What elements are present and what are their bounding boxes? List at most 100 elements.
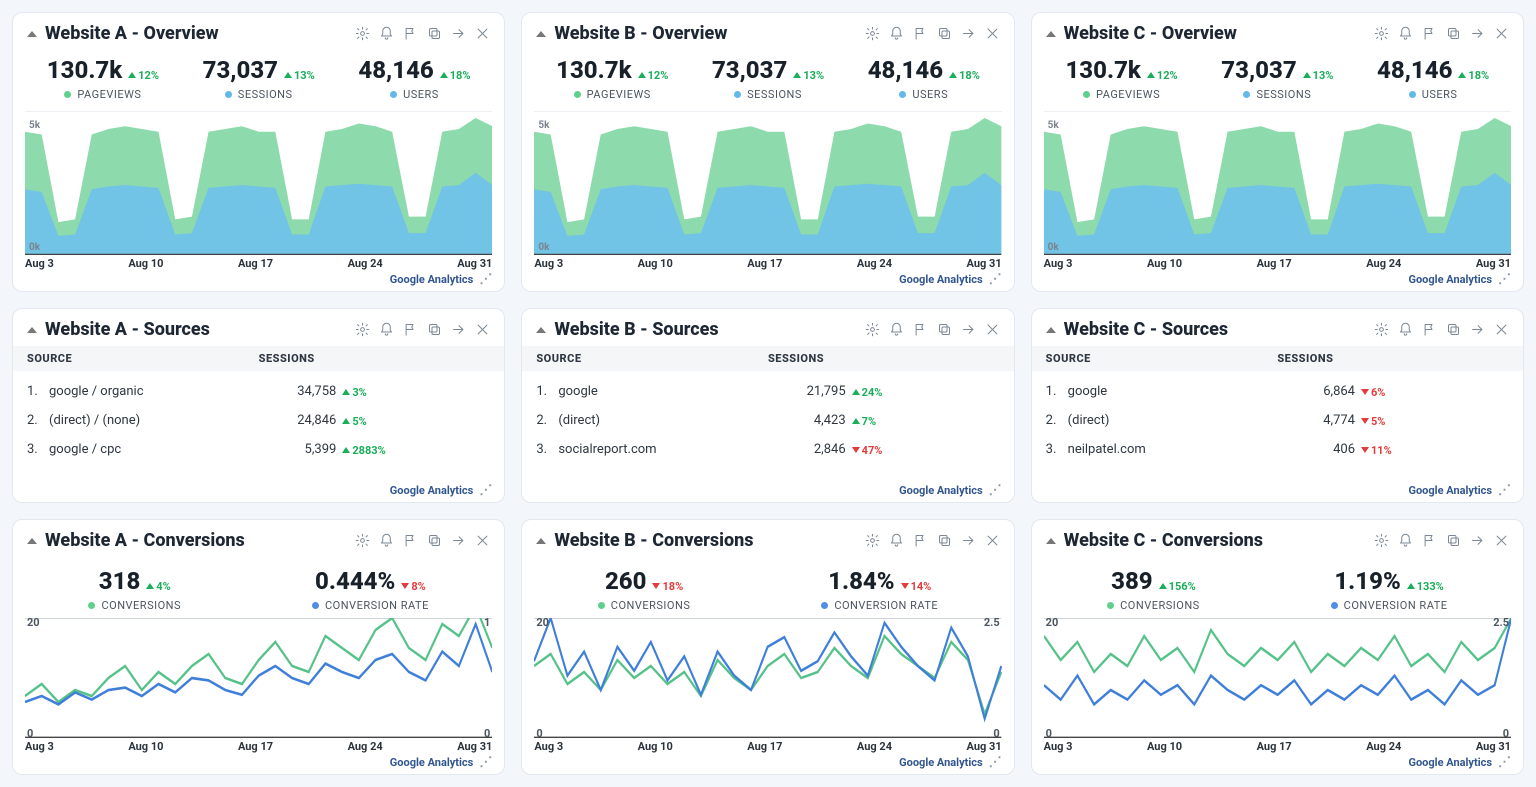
share-arrow-icon[interactable]: [961, 322, 976, 337]
source-label[interactable]: Google Analytics: [1408, 484, 1492, 497]
resize-grip-icon[interactable]: ⋰: [989, 755, 1000, 770]
share-arrow-icon[interactable]: [961, 533, 976, 548]
close-icon[interactable]: [1494, 322, 1509, 337]
flag-icon[interactable]: [913, 322, 928, 337]
resize-grip-icon[interactable]: ⋰: [479, 483, 490, 498]
resize-grip-icon[interactable]: ⋰: [1498, 755, 1509, 770]
legend-dot-icon: [821, 602, 828, 609]
bell-icon[interactable]: [379, 533, 394, 548]
collapse-caret-icon[interactable]: [27, 327, 37, 333]
source-row[interactable]: 1. google 21,795 24%: [536, 377, 999, 406]
close-icon[interactable]: [475, 322, 490, 337]
source-row[interactable]: 1. google / organic 34,758 3%: [27, 377, 490, 406]
flag-icon[interactable]: [1422, 322, 1437, 337]
delta: 47%: [852, 444, 883, 457]
bell-icon[interactable]: [1398, 533, 1413, 548]
flag-icon[interactable]: [913, 26, 928, 41]
flag-icon[interactable]: [403, 533, 418, 548]
source-row[interactable]: 1. google 6,864 6%: [1046, 377, 1509, 406]
collapse-caret-icon[interactable]: [536, 31, 546, 37]
source-label[interactable]: Google Analytics: [899, 756, 983, 769]
legend-dot-icon: [574, 91, 581, 98]
copy-icon[interactable]: [937, 322, 952, 337]
resize-grip-icon[interactable]: ⋰: [1498, 483, 1509, 498]
collapse-caret-icon[interactable]: [1046, 538, 1056, 544]
legend-dot-icon: [1243, 91, 1250, 98]
source-label[interactable]: Google Analytics: [899, 273, 983, 286]
gear-icon[interactable]: [865, 322, 880, 337]
close-icon[interactable]: [1494, 533, 1509, 548]
copy-icon[interactable]: [1446, 533, 1461, 548]
source-label[interactable]: Google Analytics: [1408, 273, 1492, 286]
resize-grip-icon[interactable]: ⋰: [989, 272, 1000, 287]
source-row[interactable]: 3. socialreport.com 2,846 47%: [536, 435, 999, 464]
close-icon[interactable]: [985, 322, 1000, 337]
close-icon[interactable]: [985, 26, 1000, 41]
collapse-caret-icon[interactable]: [27, 31, 37, 37]
flag-icon[interactable]: [1422, 533, 1437, 548]
bell-icon[interactable]: [379, 26, 394, 41]
bell-icon[interactable]: [379, 322, 394, 337]
close-icon[interactable]: [985, 533, 1000, 548]
flag-icon[interactable]: [403, 322, 418, 337]
share-arrow-icon[interactable]: [451, 533, 466, 548]
copy-icon[interactable]: [427, 533, 442, 548]
share-arrow-icon[interactable]: [961, 26, 976, 41]
gear-icon[interactable]: [355, 322, 370, 337]
resize-grip-icon[interactable]: ⋰: [479, 272, 490, 287]
copy-icon[interactable]: [1446, 26, 1461, 41]
source-row[interactable]: 2. (direct) / (none) 24,846 5%: [27, 406, 490, 435]
close-icon[interactable]: [475, 26, 490, 41]
gear-icon[interactable]: [355, 26, 370, 41]
collapse-caret-icon[interactable]: [536, 538, 546, 544]
copy-icon[interactable]: [937, 26, 952, 41]
close-icon[interactable]: [475, 533, 490, 548]
card-footer: Google Analytics ⋰: [522, 270, 1013, 291]
resize-grip-icon[interactable]: ⋰: [989, 483, 1000, 498]
gear-icon[interactable]: [865, 533, 880, 548]
gear-icon[interactable]: [865, 26, 880, 41]
copy-icon[interactable]: [427, 26, 442, 41]
bell-icon[interactable]: [889, 26, 904, 41]
gear-icon[interactable]: [355, 533, 370, 548]
gear-icon[interactable]: [1374, 533, 1389, 548]
share-arrow-icon[interactable]: [1470, 533, 1485, 548]
resize-grip-icon[interactable]: ⋰: [1498, 272, 1509, 287]
card-title: Website C - Conversions: [1064, 530, 1263, 551]
copy-icon[interactable]: [937, 533, 952, 548]
source-label[interactable]: Google Analytics: [1408, 756, 1492, 769]
source-label[interactable]: Google Analytics: [899, 484, 983, 497]
source-row[interactable]: 3. google / cpc 5,399 2883%: [27, 435, 490, 464]
share-arrow-icon[interactable]: [1470, 26, 1485, 41]
collapse-caret-icon[interactable]: [27, 538, 37, 544]
sources-table-body: 1. google 6,864 6% 2. (direct) 4,774 5% …: [1032, 371, 1523, 464]
flag-icon[interactable]: [913, 533, 928, 548]
resize-grip-icon[interactable]: ⋰: [479, 755, 490, 770]
source-label[interactable]: Google Analytics: [390, 484, 474, 497]
collapse-caret-icon[interactable]: [1046, 31, 1056, 37]
close-icon[interactable]: [1494, 26, 1509, 41]
source-row[interactable]: 2. (direct) 4,774 5%: [1046, 406, 1509, 435]
bell-icon[interactable]: [1398, 26, 1413, 41]
share-arrow-icon[interactable]: [451, 322, 466, 337]
source-row[interactable]: 3. neilpatel.com 406 11%: [1046, 435, 1509, 464]
share-arrow-icon[interactable]: [451, 26, 466, 41]
gear-icon[interactable]: [1374, 26, 1389, 41]
bell-icon[interactable]: [889, 322, 904, 337]
source-row[interactable]: 2. (direct) 4,423 7%: [536, 406, 999, 435]
copy-icon[interactable]: [427, 322, 442, 337]
copy-icon[interactable]: [1446, 322, 1461, 337]
source-label[interactable]: Google Analytics: [390, 756, 474, 769]
card-footer: Google Analytics ⋰: [1032, 753, 1523, 774]
source-label[interactable]: Google Analytics: [390, 273, 474, 286]
stat-conversion-rate: 0.444% 8% CONVERSION RATE: [312, 567, 429, 612]
card-header: Website B - Overview: [522, 13, 1013, 48]
flag-icon[interactable]: [403, 26, 418, 41]
collapse-caret-icon[interactable]: [1046, 327, 1056, 333]
gear-icon[interactable]: [1374, 322, 1389, 337]
flag-icon[interactable]: [1422, 26, 1437, 41]
bell-icon[interactable]: [1398, 322, 1413, 337]
share-arrow-icon[interactable]: [1470, 322, 1485, 337]
bell-icon[interactable]: [889, 533, 904, 548]
collapse-caret-icon[interactable]: [536, 327, 546, 333]
